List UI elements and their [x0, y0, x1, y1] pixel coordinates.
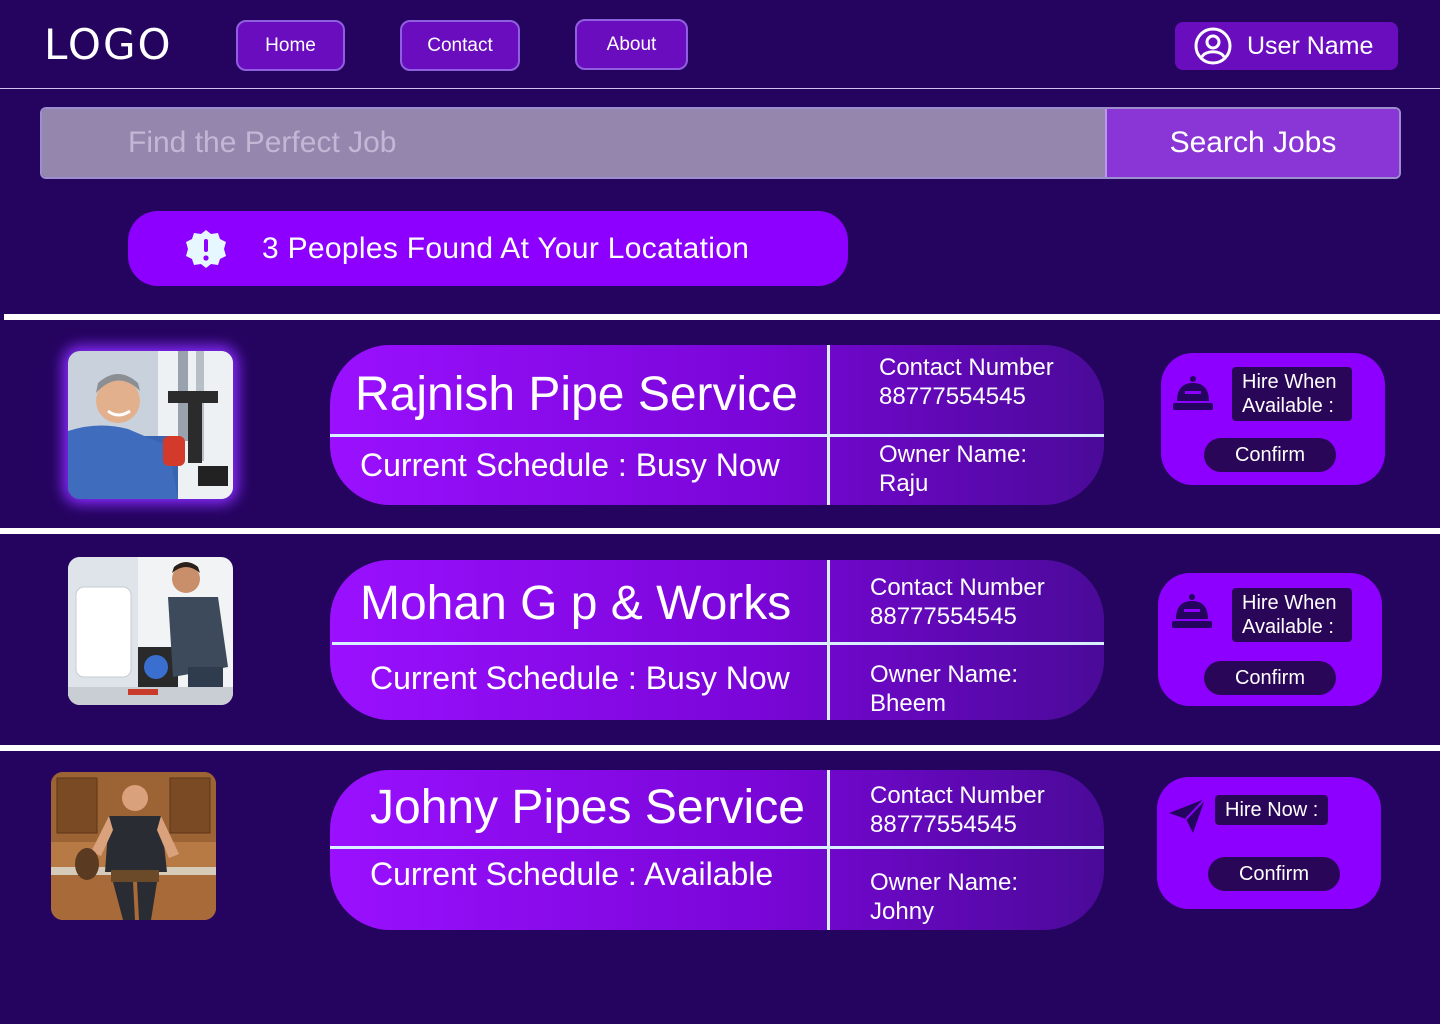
- owner-label: Owner Name:: [870, 661, 1019, 688]
- results-banner: 3 Peoples Found At Your Locatation: [128, 211, 848, 286]
- owner-info: Owner Name: Johny: [870, 868, 1018, 926]
- owner-label: Owner Name:: [870, 869, 1019, 896]
- service-bell-icon: [1173, 376, 1213, 410]
- service-bell-icon: [1172, 594, 1212, 628]
- confirm-button[interactable]: Confirm: [1208, 857, 1340, 891]
- provider-photo: [51, 772, 216, 920]
- owner-label: Owner Name:: [879, 441, 1028, 468]
- search-input[interactable]: [42, 109, 1105, 177]
- business-name: Johny Pipes Service: [370, 781, 805, 834]
- owner-name: Bheem: [870, 690, 947, 717]
- user-menu-button[interactable]: User Name: [1175, 22, 1398, 70]
- contact-number[interactable]: 88777554545: [879, 382, 1054, 411]
- results-count-text: 3 Peoples Found At Your Locatation: [262, 231, 750, 265]
- listing-card[interactable]: Johny Pipes Service Current Schedule : A…: [330, 770, 1104, 930]
- hire-panel: Hire When Available : Confirm: [1161, 353, 1385, 485]
- confirm-button[interactable]: Confirm: [1204, 438, 1336, 472]
- hire-option-label: Hire When Available :: [1232, 367, 1352, 421]
- listing-card[interactable]: Mohan G p & Works Current Schedule : Bus…: [330, 560, 1104, 720]
- contact-label: Contact Number: [870, 782, 1045, 809]
- nav-home-button[interactable]: Home: [236, 20, 345, 71]
- hire-option-label: Hire Now :: [1215, 795, 1329, 825]
- search-bar: Search Jobs: [40, 107, 1401, 179]
- contact-info: Contact Number 88777554545: [879, 353, 1054, 411]
- provider-photo: [68, 557, 233, 705]
- hire-option-label: Hire When Available :: [1232, 588, 1352, 642]
- contact-info: Contact Number 88777554545: [870, 781, 1045, 839]
- nav-contact-button[interactable]: Contact: [400, 20, 520, 71]
- hire-panel: Hire When Available : Confirm: [1158, 573, 1382, 706]
- owner-info: Owner Name: Bheem: [870, 660, 1018, 718]
- business-name: Mohan G p & Works: [360, 577, 792, 630]
- schedule-status: Current Schedule : Busy Now: [360, 447, 780, 483]
- owner-info: Owner Name: Raju: [879, 440, 1027, 498]
- header-divider: [0, 88, 1440, 89]
- owner-name: Johny: [870, 898, 935, 925]
- send-icon: [1169, 798, 1206, 833]
- contact-number[interactable]: 88777554545: [870, 602, 1045, 631]
- nav-about-button[interactable]: About: [575, 19, 688, 70]
- logo: LOGO: [44, 20, 173, 69]
- schedule-status: Current Schedule : Busy Now: [370, 660, 790, 696]
- contact-label: Contact Number: [879, 354, 1054, 381]
- business-name: Rajnish Pipe Service: [355, 368, 798, 421]
- confirm-button[interactable]: Confirm: [1204, 661, 1336, 695]
- contact-label: Contact Number: [870, 574, 1045, 601]
- user-name-label: User Name: [1247, 31, 1374, 60]
- schedule-status: Current Schedule : Available: [370, 856, 774, 892]
- section-divider: [0, 745, 1440, 751]
- section-divider: [0, 528, 1440, 534]
- alert-badge-icon: [186, 229, 226, 268]
- search-jobs-button[interactable]: Search Jobs: [1105, 109, 1399, 177]
- owner-name: Raju: [879, 470, 929, 497]
- contact-number[interactable]: 88777554545: [870, 810, 1045, 839]
- listing-card[interactable]: Rajnish Pipe Service Current Schedule : …: [330, 345, 1104, 505]
- user-circle-icon: [1194, 27, 1232, 65]
- provider-photo: [68, 351, 233, 499]
- hire-panel: Hire Now : Confirm: [1157, 777, 1381, 909]
- section-divider: [4, 314, 1440, 320]
- contact-info: Contact Number 88777554545: [870, 573, 1045, 631]
